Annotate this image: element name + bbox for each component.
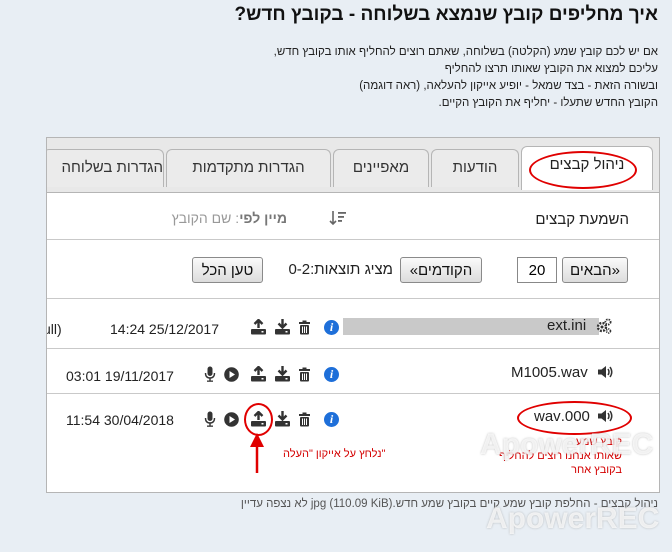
sort-icon[interactable] [329,210,347,226]
next-button[interactable]: «הבאים [562,257,628,283]
highlight-oval [529,151,637,189]
tab-label: הגדרות בשלוחה [61,159,163,176]
delete-icon[interactable] [297,412,312,427]
results-label: מציג תוצאות: [310,261,393,278]
file-date: 11:54 30/04/2018 [66,412,174,428]
divider [47,348,659,349]
instruction-line: אם יש לכם קובץ שמע (הקלטה) בשלוחה, שאתם … [273,46,658,58]
play-icon[interactable] [224,367,239,382]
instruction-line: עליכם למצוא את הקובץ שאותו תרצו להחליף [444,63,658,75]
results-count: מציג תוצאות:0-2 [269,261,393,278]
previous-button[interactable]: הקודמים» [400,257,482,283]
file-date: 14:24 25/12/2017 [110,321,219,337]
load-all-button[interactable]: טען הכל [192,257,263,283]
play-icon[interactable] [224,412,239,427]
tab-messages[interactable]: הודעות [431,149,519,187]
page-title: איך מחליפים קובץ שנמצא בשלוחה - בקובץ חד… [234,4,658,25]
sort-by-label: מיין לפי [239,210,287,226]
tab-label: הודעות [452,159,498,176]
download-icon[interactable] [274,319,291,335]
instruction-line: הקובץ החדש שתעלו - יחליף את הקובץ הקיים. [438,97,659,109]
file-name[interactable]: M1005.wav [511,364,588,381]
tab-label: הגדרות מתקדמות [192,159,305,176]
tab-extension-settings[interactable]: הגדרות בשלוחה [47,149,164,187]
microphone-icon[interactable] [204,366,216,382]
watermark: ApowerREC [480,428,654,461]
divider [47,298,659,299]
settings-gears-icon [596,318,612,334]
file-name[interactable]: ext.ini [547,317,586,334]
tab-advanced-settings[interactable]: הגדרות מתקדמות [166,149,331,187]
tab-properties[interactable]: מאפיינים [333,149,429,187]
tab-bar: ניהול קבצים הודעות מאפיינים הגדרות מתקדמ… [47,138,659,193]
delete-icon[interactable] [297,367,312,382]
upload-icon[interactable] [250,319,267,335]
microphone-icon[interactable] [204,411,216,427]
info-icon[interactable]: i [324,320,339,335]
delete-icon[interactable] [297,320,312,335]
file-date: 03:01 19/11/2017 [66,368,174,384]
file-size: ull) [47,321,62,337]
watermark: ApowerREC [486,502,660,535]
audio-files-label: השמעת קבצים [535,211,629,228]
speaker-icon [598,366,613,378]
info-icon[interactable]: i [324,367,339,382]
tab-label: מאפיינים [352,159,410,176]
upload-icon[interactable] [250,366,267,382]
download-icon[interactable] [274,411,291,427]
info-icon[interactable]: i [324,412,339,427]
divider [47,239,659,240]
instructions: אם יש לכם קובץ שמע (הקלטה) בשלוחה, שאתם … [18,44,658,112]
annotation-line: בקובץ אחר [571,464,622,476]
highlight-oval [244,403,273,436]
divider [47,393,659,394]
instruction-line: ובשורה הזאת - בצד שמאל - יופיע אייקון לה… [359,80,658,92]
sort-by-value: : שם הקובץ [171,210,240,226]
download-icon[interactable] [274,366,291,382]
red-arrow [250,433,264,473]
page-size-input[interactable] [517,257,557,283]
upload-annotation: "נלחץ על אייקון "העלה [283,448,386,460]
sort-by[interactable]: מיין לפי: שם הקובץ [172,210,287,226]
results-range: 0-2 [288,261,311,278]
